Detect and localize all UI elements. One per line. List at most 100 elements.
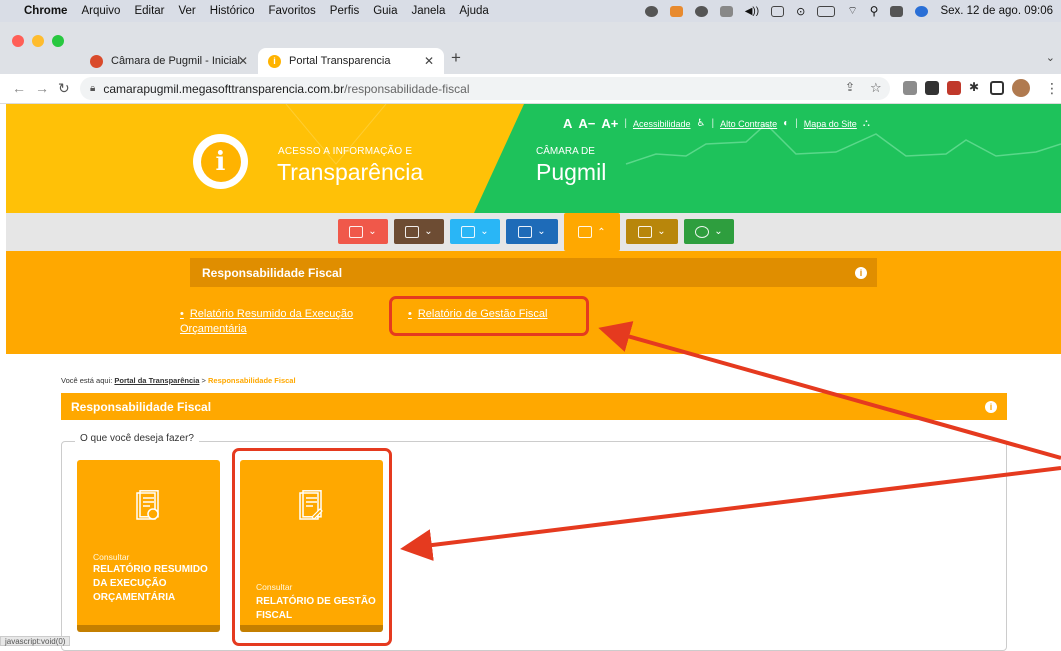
header-tagline: ACESSO A INFORMAÇÃO E	[278, 146, 413, 157]
maximize-window-button[interactable]	[52, 35, 64, 47]
volume-icon[interactable]: ◀))	[745, 6, 759, 17]
profile-avatar[interactable]	[1012, 79, 1030, 97]
new-tab-button[interactable]: +	[451, 48, 461, 68]
menu-ver[interactable]: Ver	[179, 5, 196, 17]
menu-ajuda[interactable]: Ajuda	[459, 5, 488, 17]
card-rreo[interactable]: Consultar RELATÓRIO RESUMIDO DA EXECUÇÃO…	[77, 460, 220, 632]
section-title-bar: Responsabilidade Fiscal i	[61, 393, 1007, 420]
transparency-logo[interactable]: i	[193, 134, 248, 189]
accessibility-bar: A A− A+ | Acessibilidade ♿︎ | Alto Contr…	[563, 116, 870, 131]
sitemap-icon: ⛬	[862, 118, 870, 129]
search-icon[interactable]: ⚲	[870, 4, 879, 18]
accessibility-icon: ♿︎	[696, 118, 706, 129]
close-tab-icon[interactable]: ✕	[424, 54, 434, 68]
info-icon[interactable]: i	[985, 400, 997, 413]
extension-icon[interactable]	[925, 81, 939, 95]
menu-perfis[interactable]: Perfis	[330, 5, 359, 17]
breadcrumb-home-link[interactable]: Portal da Transparência	[114, 376, 199, 385]
tray-app-icon[interactable]	[644, 5, 658, 17]
share-icon[interactable]: ⇪	[845, 80, 855, 94]
chevron-down-icon: ⌄	[537, 226, 546, 237]
extension-icon[interactable]	[903, 81, 917, 95]
info-logo-icon: i	[200, 141, 241, 182]
browser-toolbar: ← → ↻ 🔒︎ camarapugmil.megasofttransparen…	[0, 74, 1061, 104]
submenu-title-bar: Responsabilidade Fiscal i	[190, 258, 877, 287]
tab-camara-inicial[interactable]: Câmara de Pugmil - Inicial ✕	[80, 48, 258, 74]
menu-arquivo[interactable]: Arquivo	[81, 5, 120, 17]
url-path: /responsabilidade-fiscal	[344, 81, 470, 96]
close-window-button[interactable]	[12, 35, 24, 47]
lock-icon[interactable]: 🔒︎	[90, 83, 95, 94]
tab-search-chevron-icon[interactable]: ⌄	[1046, 51, 1055, 64]
address-bar[interactable]: 🔒︎ camarapugmil.megasofttransparencia.co…	[80, 77, 890, 100]
bookmark-star-icon[interactable]: ☆	[870, 80, 882, 96]
more-menu-icon[interactable]: ⋮	[1045, 80, 1059, 97]
accessibility-link[interactable]: Acessibilidade	[633, 119, 691, 129]
siri-icon[interactable]	[915, 5, 929, 17]
font-decrease-button[interactable]: A−	[578, 116, 595, 131]
menu-button-more[interactable]: ⌄	[684, 219, 734, 244]
header-title[interactable]: Transparência	[277, 159, 423, 186]
close-tab-icon[interactable]: ✕	[238, 54, 248, 68]
entity-label: CÂMARA DE	[536, 146, 595, 157]
tab-favicon-icon	[90, 54, 103, 68]
side-panel-icon[interactable]	[990, 81, 1004, 95]
site-header: i ACESSO A INFORMAÇÃO E Transparência CÂ…	[6, 104, 1061, 213]
tray-app-icon[interactable]	[694, 5, 708, 17]
info-icon[interactable]: i	[855, 266, 867, 279]
battery-icon[interactable]	[817, 5, 836, 17]
browser-status-bar: javascript:void(0)	[0, 636, 71, 646]
chevron-up-icon: ⌃	[597, 226, 606, 238]
tab-portal-transparencia[interactable]: i Portal Transparencia ✕	[258, 48, 444, 74]
browser-tab-strip: Câmara de Pugmil - Inicial ✕ i Portal Tr…	[0, 22, 1061, 74]
url-host: camarapugmil.megasofttransparencia.com.b…	[103, 81, 345, 96]
entity-name[interactable]: Pugmil	[536, 159, 606, 186]
menu-favoritos[interactable]: Favoritos	[269, 5, 316, 17]
high-contrast-link[interactable]: Alto Contraste	[720, 119, 777, 129]
breadcrumb-separator: >	[201, 376, 206, 385]
tray-app-icon[interactable]	[669, 5, 683, 17]
divider: |	[711, 118, 715, 129]
menu-button-people[interactable]: ⌄	[450, 219, 500, 244]
back-button[interactable]: ←	[12, 80, 26, 96]
play-icon[interactable]: ⊙	[796, 5, 805, 18]
document-icon	[578, 226, 593, 238]
menu-historico[interactable]: Histórico	[210, 5, 255, 17]
font-increase-button[interactable]: A+	[601, 116, 618, 131]
submenu-link-label: Relatório Resumido da Execução Orçamentá…	[180, 308, 354, 335]
menubar-clock[interactable]: Sex. 12 de ago. 09:06	[940, 5, 1053, 17]
chevron-down-icon: ⌄	[424, 226, 433, 237]
tab-favicon-icon: i	[268, 54, 281, 68]
menu-janela[interactable]: Janela	[412, 5, 446, 17]
highlight-box	[232, 448, 392, 646]
extensions-puzzle-icon[interactable]: ✱	[969, 80, 979, 94]
submenu-link-rreo[interactable]: • Relatório Resumido da Execução Orçament…	[180, 307, 370, 337]
minimize-window-button[interactable]	[32, 35, 44, 47]
highlight-box	[389, 296, 589, 336]
screen-mirroring-icon[interactable]	[771, 5, 785, 17]
menu-button-buildings[interactable]: ⌄	[506, 219, 558, 244]
extension-icon[interactable]	[947, 81, 961, 95]
breadcrumb-current: Responsabilidade Fiscal	[208, 376, 296, 385]
chevron-down-icon: ⌄	[480, 226, 489, 237]
menu-editar[interactable]: Editar	[134, 5, 164, 17]
font-reset-button[interactable]: A	[563, 116, 572, 131]
fieldset-legend: O que você deseja fazer?	[75, 433, 199, 444]
sitemap-link[interactable]: Mapa do Site	[804, 119, 857, 129]
menu-button-contracts[interactable]: ⌄	[394, 219, 444, 244]
contrast-icon: ◐	[783, 118, 790, 129]
control-center-icon[interactable]	[890, 5, 904, 17]
wifi-icon[interactable]: ⌔	[847, 4, 857, 18]
macos-menubar: Chrome Arquivo Editar Ver Histórico Favo…	[0, 0, 1061, 22]
submenu-title: Responsabilidade Fiscal	[202, 265, 343, 280]
menu-button-fiscal-active[interactable]: ⌃	[564, 213, 620, 251]
card-title: RELATÓRIO RESUMIDO DA EXECUÇÃO ORÇAMENTÁ…	[93, 564, 208, 603]
menu-button-budget[interactable]: ⌄	[338, 219, 388, 244]
menubar-app-name[interactable]: Chrome	[24, 5, 67, 17]
breadcrumb-prefix: Você está aqui:	[61, 376, 113, 385]
menu-button-law[interactable]: ⌄	[626, 219, 678, 244]
menu-guia[interactable]: Guia	[373, 5, 397, 17]
forward-button[interactable]: →	[35, 80, 49, 96]
tray-app-icon[interactable]	[719, 5, 733, 17]
reload-button[interactable]: ↻	[58, 80, 70, 97]
